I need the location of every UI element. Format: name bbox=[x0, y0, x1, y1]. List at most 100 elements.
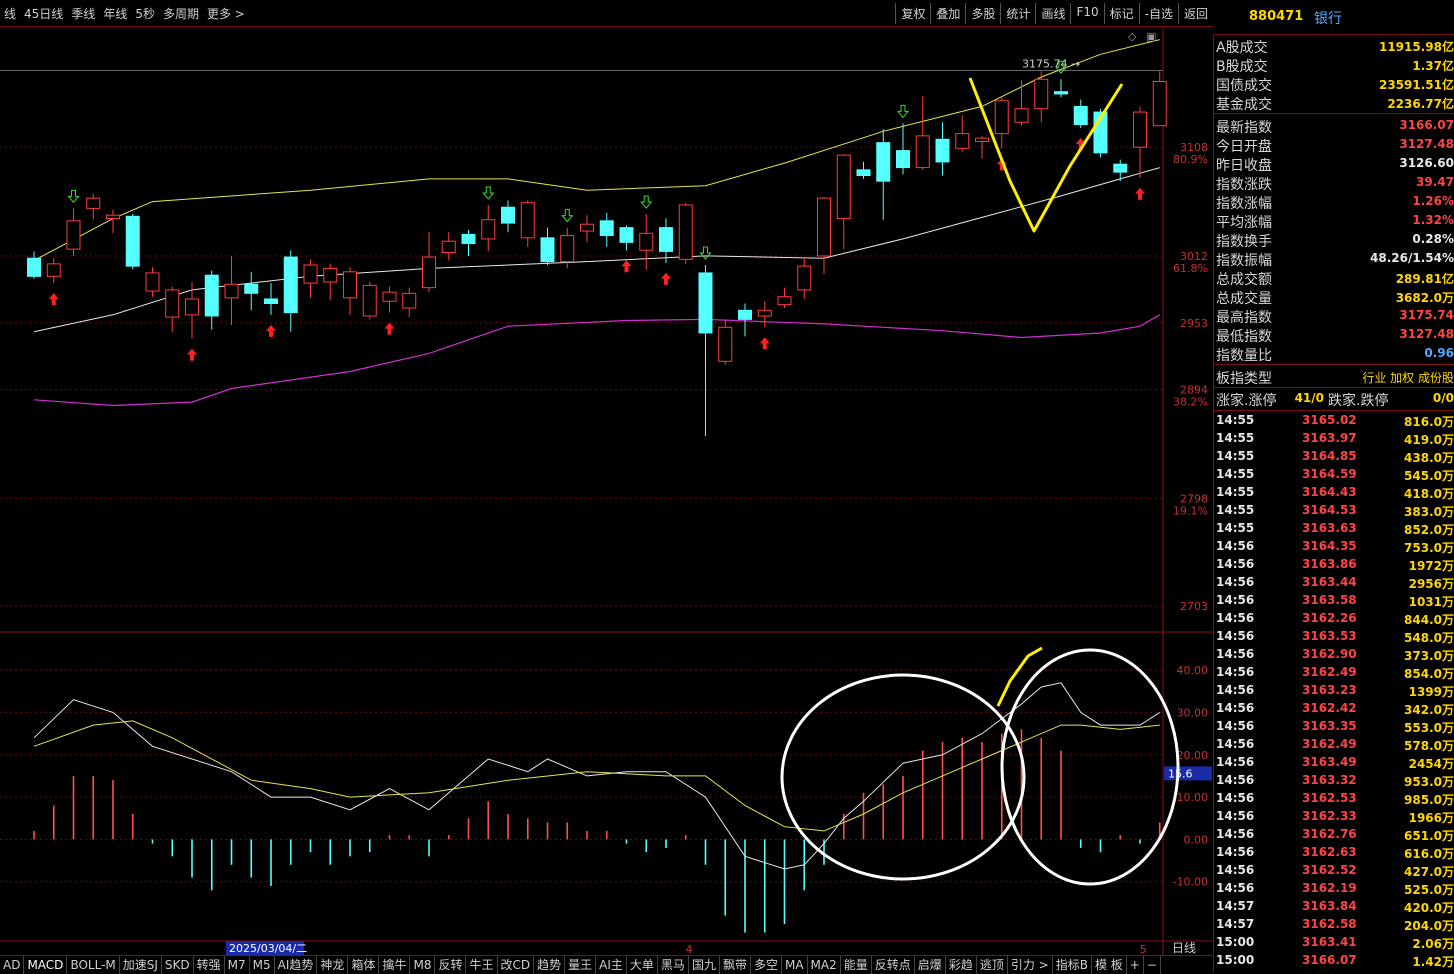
indicator-tab-5[interactable]: 转强 bbox=[194, 956, 225, 974]
tick-price: 3163.23 bbox=[1302, 683, 1357, 697]
tick-time: 15:00 bbox=[1216, 935, 1255, 949]
period-tab-2[interactable]: 季线 bbox=[71, 7, 95, 21]
tick-volume: 373.0万 bbox=[1404, 649, 1454, 663]
indicator-tab-6[interactable]: M7 bbox=[225, 956, 250, 974]
indicator-tab-11[interactable]: 擒牛 bbox=[379, 956, 411, 974]
indicator-tab-28[interactable]: 启爆 bbox=[915, 956, 946, 974]
tick-time: 14:56 bbox=[1216, 683, 1255, 697]
stat-label: 平均涨幅 bbox=[1216, 215, 1272, 231]
toolbar-button-8[interactable]: 返回 bbox=[1177, 3, 1213, 24]
period-tab-5[interactable]: 多周期 bbox=[163, 7, 199, 21]
quote-panel: A股成交 11915.98亿 B股成交 1.37亿 国债成交 23591.51亿 基金成交 2… bbox=[1213, 34, 1454, 973]
indicator-tab-4[interactable]: SKD bbox=[162, 956, 194, 974]
period-tab-0[interactable]: 线 bbox=[4, 7, 16, 21]
period-tab-6[interactable]: 更多 > bbox=[207, 7, 245, 21]
indicator-tab-13[interactable]: 反转 bbox=[435, 956, 467, 974]
tick-row: 14:56 3162.49 854.0万 bbox=[1216, 664, 1454, 682]
indicator-tab-25[interactable]: MA2 bbox=[808, 956, 841, 974]
tick-time: 14:55 bbox=[1216, 503, 1255, 517]
toolbar-button-2[interactable]: 多股 bbox=[965, 3, 1000, 24]
sell-arrow-icon bbox=[67, 189, 80, 204]
toolbar-button-1[interactable]: 叠加 bbox=[930, 3, 965, 24]
diamond-icon[interactable]: ◇ bbox=[1128, 30, 1137, 43]
function-buttons: 复权 叠加 多股 统计 画线 F10 标记 -自选 返回 bbox=[895, 3, 1213, 24]
tick-price: 3163.63 bbox=[1302, 521, 1357, 535]
indicator-tab-32[interactable]: 指标B bbox=[1053, 956, 1092, 974]
toolbar-button-0[interactable]: 复权 bbox=[895, 3, 930, 24]
period-tabs: 线 45日线 季线 年线 5秒 多周期 更多 > bbox=[0, 5, 249, 22]
circle-annotation bbox=[1000, 648, 1180, 886]
indicator-tab-14[interactable]: 牛王 bbox=[466, 956, 498, 974]
indicator-tab-9[interactable]: 神龙 bbox=[317, 956, 349, 974]
price-tick-pct: 19.1% bbox=[1173, 504, 1208, 517]
tick-row: 14:56 3162.26 844.0万 bbox=[1216, 610, 1454, 628]
indicator-tab-22[interactable]: 飘带 bbox=[720, 956, 751, 974]
stat-value: 3127.48 bbox=[1399, 327, 1454, 341]
indicator-tab-18[interactable]: AI主 bbox=[596, 956, 627, 974]
window-icon[interactable]: ▣ bbox=[1146, 30, 1156, 43]
indicator-tab-23[interactable]: 多空 bbox=[751, 956, 782, 974]
toolbar-button-5[interactable]: F10 bbox=[1070, 3, 1103, 24]
stat-row: 今日开盘 3127.48 bbox=[1216, 135, 1454, 155]
divider bbox=[1214, 410, 1454, 411]
indicator-tab-35[interactable]: − bbox=[1144, 956, 1161, 974]
turnover-label: A股成交 bbox=[1216, 40, 1268, 56]
index-type-value[interactable]: 行业 加权 成份股 bbox=[1362, 369, 1454, 386]
tick-row: 14:56 3163.49 2454万 bbox=[1216, 754, 1454, 772]
indicator-tab-26[interactable]: 能量 bbox=[841, 956, 872, 974]
period-label[interactable]: 日线 bbox=[1172, 941, 1196, 955]
candle-body bbox=[1073, 105, 1088, 126]
indicator-tab-16[interactable]: 趋势 bbox=[534, 956, 566, 974]
indicator-tab-2[interactable]: BOLL-M bbox=[67, 956, 120, 974]
candle-body bbox=[738, 309, 752, 320]
indicator-tab-21[interactable]: 国九 bbox=[689, 956, 720, 974]
macd-tick-label: -10.00 bbox=[1173, 876, 1208, 889]
divider bbox=[1214, 364, 1454, 365]
tick-volume: 204.0万 bbox=[1404, 919, 1454, 933]
kline-chart[interactable]: 310880.9%301261.8%2953289438.2%279819.1%… bbox=[0, 26, 1213, 955]
indicator-tab-3[interactable]: 加速SJ bbox=[120, 956, 162, 974]
tick-volume: 383.0万 bbox=[1404, 505, 1454, 519]
indicator-tab-24[interactable]: MA bbox=[782, 956, 808, 974]
tick-time: 15:00 bbox=[1216, 953, 1255, 967]
indicator-tab-0[interactable]: AD bbox=[0, 956, 25, 974]
indicator-tab-19[interactable]: 大单 bbox=[627, 956, 658, 974]
period-tab-4[interactable]: 5秒 bbox=[135, 7, 155, 21]
top-toolbar: 线 45日线 季线 年线 5秒 多周期 更多 > 复权 叠加 多股 统计 画线 F10 标记 -自选 返回 bbox=[0, 0, 1213, 27]
indicator-tab-17[interactable]: 量王 bbox=[565, 956, 597, 974]
stat-value: 3175.74 bbox=[1399, 308, 1454, 322]
indicator-tab-27[interactable]: 反转点 bbox=[872, 956, 915, 974]
indicator-tab-1[interactable]: MACD bbox=[24, 956, 68, 974]
toolbar-button-4[interactable]: 画线 bbox=[1035, 3, 1070, 24]
tick-time: 14:56 bbox=[1216, 809, 1255, 823]
period-tab-1[interactable]: 45日线 bbox=[24, 7, 63, 21]
indicator-tab-29[interactable]: 彩趋 bbox=[946, 956, 977, 974]
tick-price: 3162.90 bbox=[1302, 647, 1357, 661]
indicator-tab-31[interactable]: 引力 > bbox=[1008, 956, 1053, 974]
indicator-tab-20[interactable]: 黑马 bbox=[658, 956, 689, 974]
stat-value: 3127.48 bbox=[1399, 137, 1454, 151]
period-tab-3[interactable]: 年线 bbox=[103, 7, 127, 21]
indicator-tab-10[interactable]: 箱体 bbox=[348, 956, 380, 974]
candle-body bbox=[836, 154, 851, 220]
indicator-tab-15[interactable]: 改CD bbox=[498, 956, 535, 974]
indicator-tab-30[interactable]: 逃顶 bbox=[977, 956, 1008, 974]
toolbar-button-7[interactable]: -自选 bbox=[1138, 3, 1178, 24]
indicator-tab-34[interactable]: + bbox=[1127, 956, 1144, 974]
tick-price: 3162.76 bbox=[1302, 827, 1357, 841]
tick-time: 14:55 bbox=[1216, 449, 1255, 463]
tick-row: 15:00 3163.41 2.06万 bbox=[1216, 934, 1454, 952]
turnover-label: 基金成交 bbox=[1216, 97, 1272, 113]
tick-time: 14:55 bbox=[1216, 467, 1255, 481]
tick-time: 14:56 bbox=[1216, 881, 1255, 895]
toolbar-button-6[interactable]: 标记 bbox=[1103, 3, 1139, 24]
candle-body bbox=[797, 265, 812, 291]
stat-value: 289.81亿 bbox=[1395, 272, 1454, 286]
indicator-tab-7[interactable]: M5 bbox=[250, 956, 275, 974]
tick-price: 3163.58 bbox=[1302, 593, 1357, 607]
stat-value: 48.26/1.54% bbox=[1370, 251, 1454, 265]
indicator-tab-8[interactable]: AI趋势 bbox=[275, 956, 318, 974]
indicator-tab-12[interactable]: M8 bbox=[410, 956, 436, 974]
toolbar-button-3[interactable]: 统计 bbox=[1000, 3, 1035, 24]
indicator-tab-33[interactable]: 模 板 bbox=[1092, 956, 1127, 974]
